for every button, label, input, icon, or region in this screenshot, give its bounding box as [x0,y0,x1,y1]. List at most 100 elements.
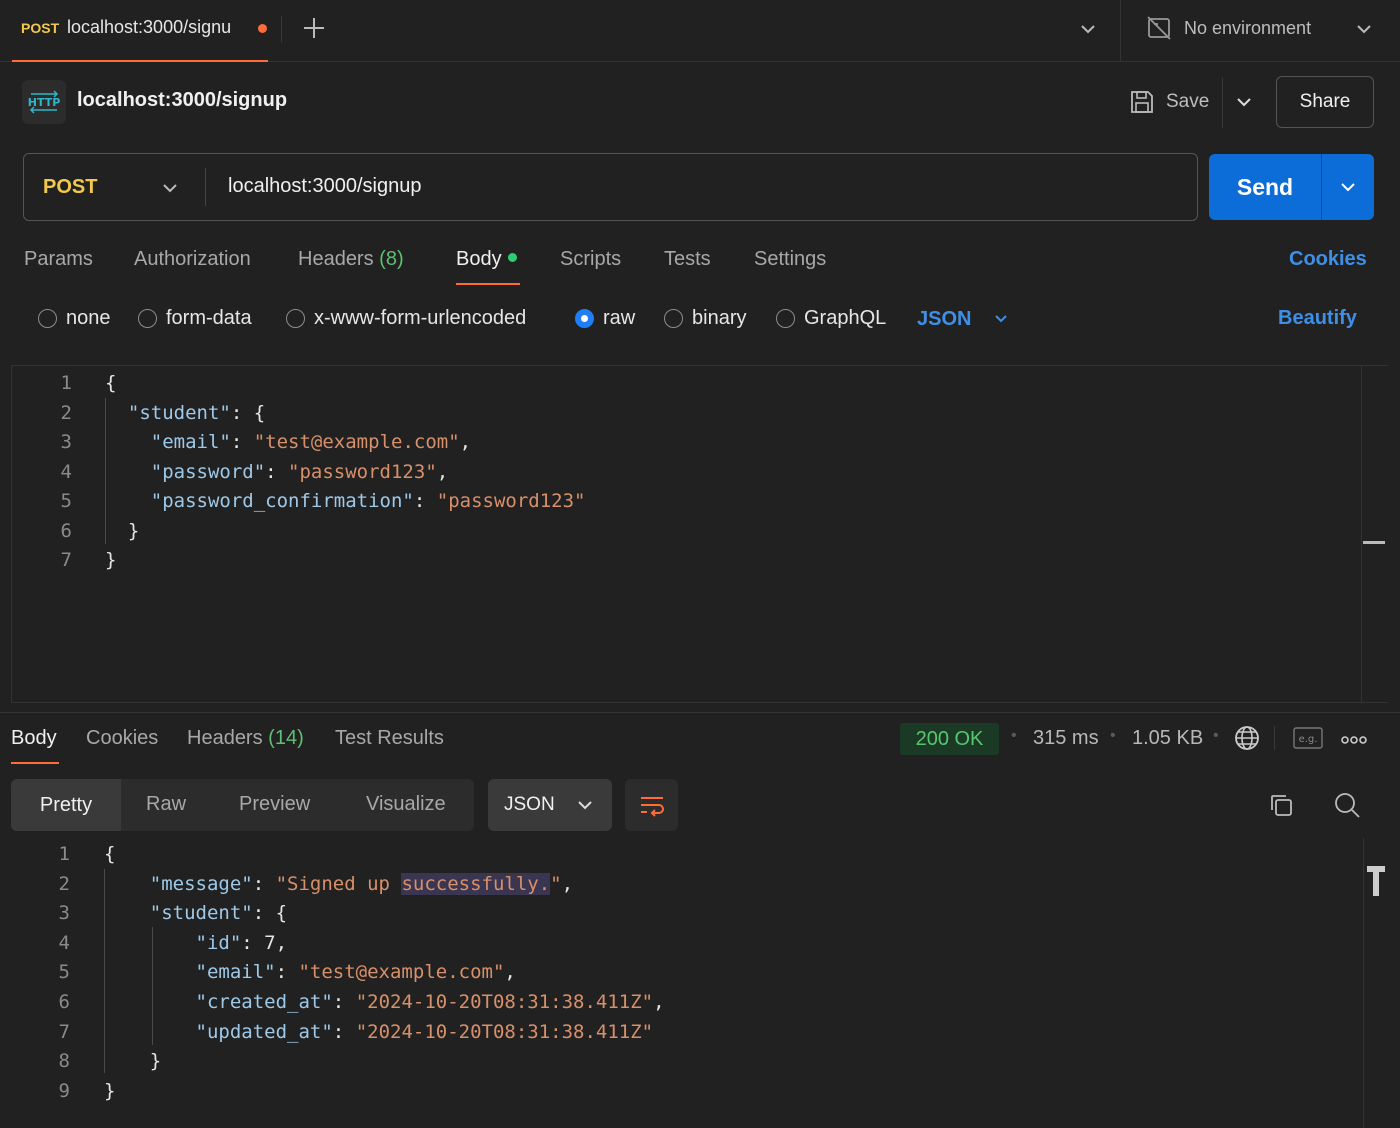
example-icon[interactable]: e.g. [1293,727,1323,749]
radio-circle [776,309,795,328]
search-icon[interactable] [1333,791,1361,819]
plus-icon [304,18,324,38]
tab-scripts[interactable]: Scripts [560,248,621,271]
response-time[interactable]: 315 ms [1033,727,1099,750]
response-tab-cookies[interactable]: Cookies [86,727,158,750]
method-selector[interactable]: POST [43,176,97,199]
line-numbers: 1 2 3 4 5 6 7 8 9 [30,841,70,1107]
divider [1222,78,1223,128]
radio-label: binary [692,307,747,329]
headers-count: (8) [379,248,404,270]
tab-label: Headers [298,248,374,270]
environment-dropdown-button[interactable] [1350,14,1378,44]
line-number: 7 [58,1020,70,1043]
line-number: 2 [58,872,70,895]
line-number: 3 [60,431,72,453]
line-number: 1 [58,843,70,865]
url-input[interactable]: localhost:3000/signup [228,175,421,198]
view-raw[interactable]: Raw [146,793,186,816]
tab-authorization[interactable]: Authorization [134,248,251,271]
divider [0,712,1400,713]
divider [281,16,282,42]
scrollbar-marker[interactable] [1366,864,1386,896]
tab-url: localhost:3000/signu [67,17,232,37]
chevron-down-icon [163,184,177,193]
separator-dot: • [1110,727,1116,744]
divider [1274,726,1275,750]
radio-none[interactable]: none [38,307,111,330]
radio-graphql[interactable]: GraphQL [776,307,886,330]
divider [205,168,206,206]
save-button[interactable]: Save [1166,91,1209,113]
globe-icon[interactable] [1233,724,1261,752]
radio-label: x-www-form-urlencoded [314,307,527,329]
svg-text:e.g.: e.g. [1299,734,1318,745]
radio-binary[interactable]: binary [664,307,746,330]
line-number: 8 [58,1050,70,1073]
scrollbar-track [1361,366,1362,702]
save-dropdown-button[interactable] [1230,88,1258,116]
chevron-down-icon [1357,25,1371,34]
radio-form-data[interactable]: form-data [138,307,252,330]
line-number: 3 [58,902,70,925]
send-button[interactable]: Send [1209,154,1321,220]
response-tab-body[interactable]: Body [11,727,57,750]
new-tab-button[interactable] [300,12,328,44]
share-button[interactable]: Share [1276,76,1374,128]
chevron-down-icon [1237,98,1251,107]
tab-method: POST [21,20,60,36]
line-number: 9 [58,1079,70,1102]
view-pretty[interactable]: Pretty [11,779,121,831]
tab-body[interactable]: Body [456,248,517,271]
separator-dot: • [1213,727,1219,744]
response-tab-test-results[interactable]: Test Results [335,727,444,750]
response-tab-headers[interactable]: Headers (14) [187,727,304,750]
copy-icon[interactable] [1267,791,1295,819]
beautify-button[interactable]: Beautify [1278,307,1357,330]
radio-label: GraphQL [804,307,887,329]
chevron-down-icon [995,315,1008,323]
more-icon[interactable] [1340,733,1368,745]
separator-dot: • [1011,727,1017,744]
tab-bar: POST localhost:3000/signu No environment [0,0,1400,62]
no-environment-icon [1146,14,1172,42]
radio-label: form-data [166,307,252,329]
radio-circle [286,309,305,328]
tab-tests[interactable]: Tests [664,248,711,271]
tab-headers[interactable]: Headers (8) [298,248,404,271]
unsaved-indicator [258,24,267,33]
tab-settings[interactable]: Settings [754,248,826,271]
chevron-down-icon [1081,25,1095,34]
language-label: JSON [504,794,555,815]
chevron-down-icon [577,801,592,810]
radio-raw[interactable]: raw [575,307,635,330]
status-badge[interactable]: 200 OK [900,723,999,755]
method-dropdown-button[interactable] [156,174,184,202]
radio-circle [38,309,57,328]
response-view-switcher: Pretty Raw Preview Visualize [11,779,474,831]
send-dropdown-button[interactable] [1321,154,1374,220]
line-numbers: 1 2 3 4 5 6 7 [32,370,72,577]
scrollbar-marker[interactable] [1363,541,1385,544]
wrap-lines-button[interactable] [625,779,678,831]
tab-label: Body [456,248,502,270]
response-body-code[interactable]: { "message": "Signed up successfully.", … [104,841,665,1107]
view-visualize[interactable]: Visualize [366,793,446,816]
tab-label: Headers [187,727,263,749]
tab-params[interactable]: Params [24,248,93,271]
language-label: JSON [917,307,972,330]
request-tab[interactable]: POST localhost:3000/signu [12,0,268,62]
view-preview[interactable]: Preview [239,793,310,816]
radio-x-www-form-urlencoded[interactable]: x-www-form-urlencoded [286,307,526,330]
radio-circle-selected [575,309,594,328]
response-language-select[interactable]: JSON [488,779,612,831]
request-title[interactable]: localhost:3000/signup [77,89,287,112]
cookies-link[interactable]: Cookies [1289,248,1367,271]
tabs-dropdown-button[interactable] [1074,14,1102,44]
environment-selector[interactable]: No environment [1184,18,1311,39]
divider [1120,0,1121,62]
body-language-select[interactable]: JSON [917,307,1015,331]
response-size[interactable]: 1.05 KB [1132,727,1203,750]
line-number: 5 [58,961,70,984]
radio-circle [138,309,157,328]
